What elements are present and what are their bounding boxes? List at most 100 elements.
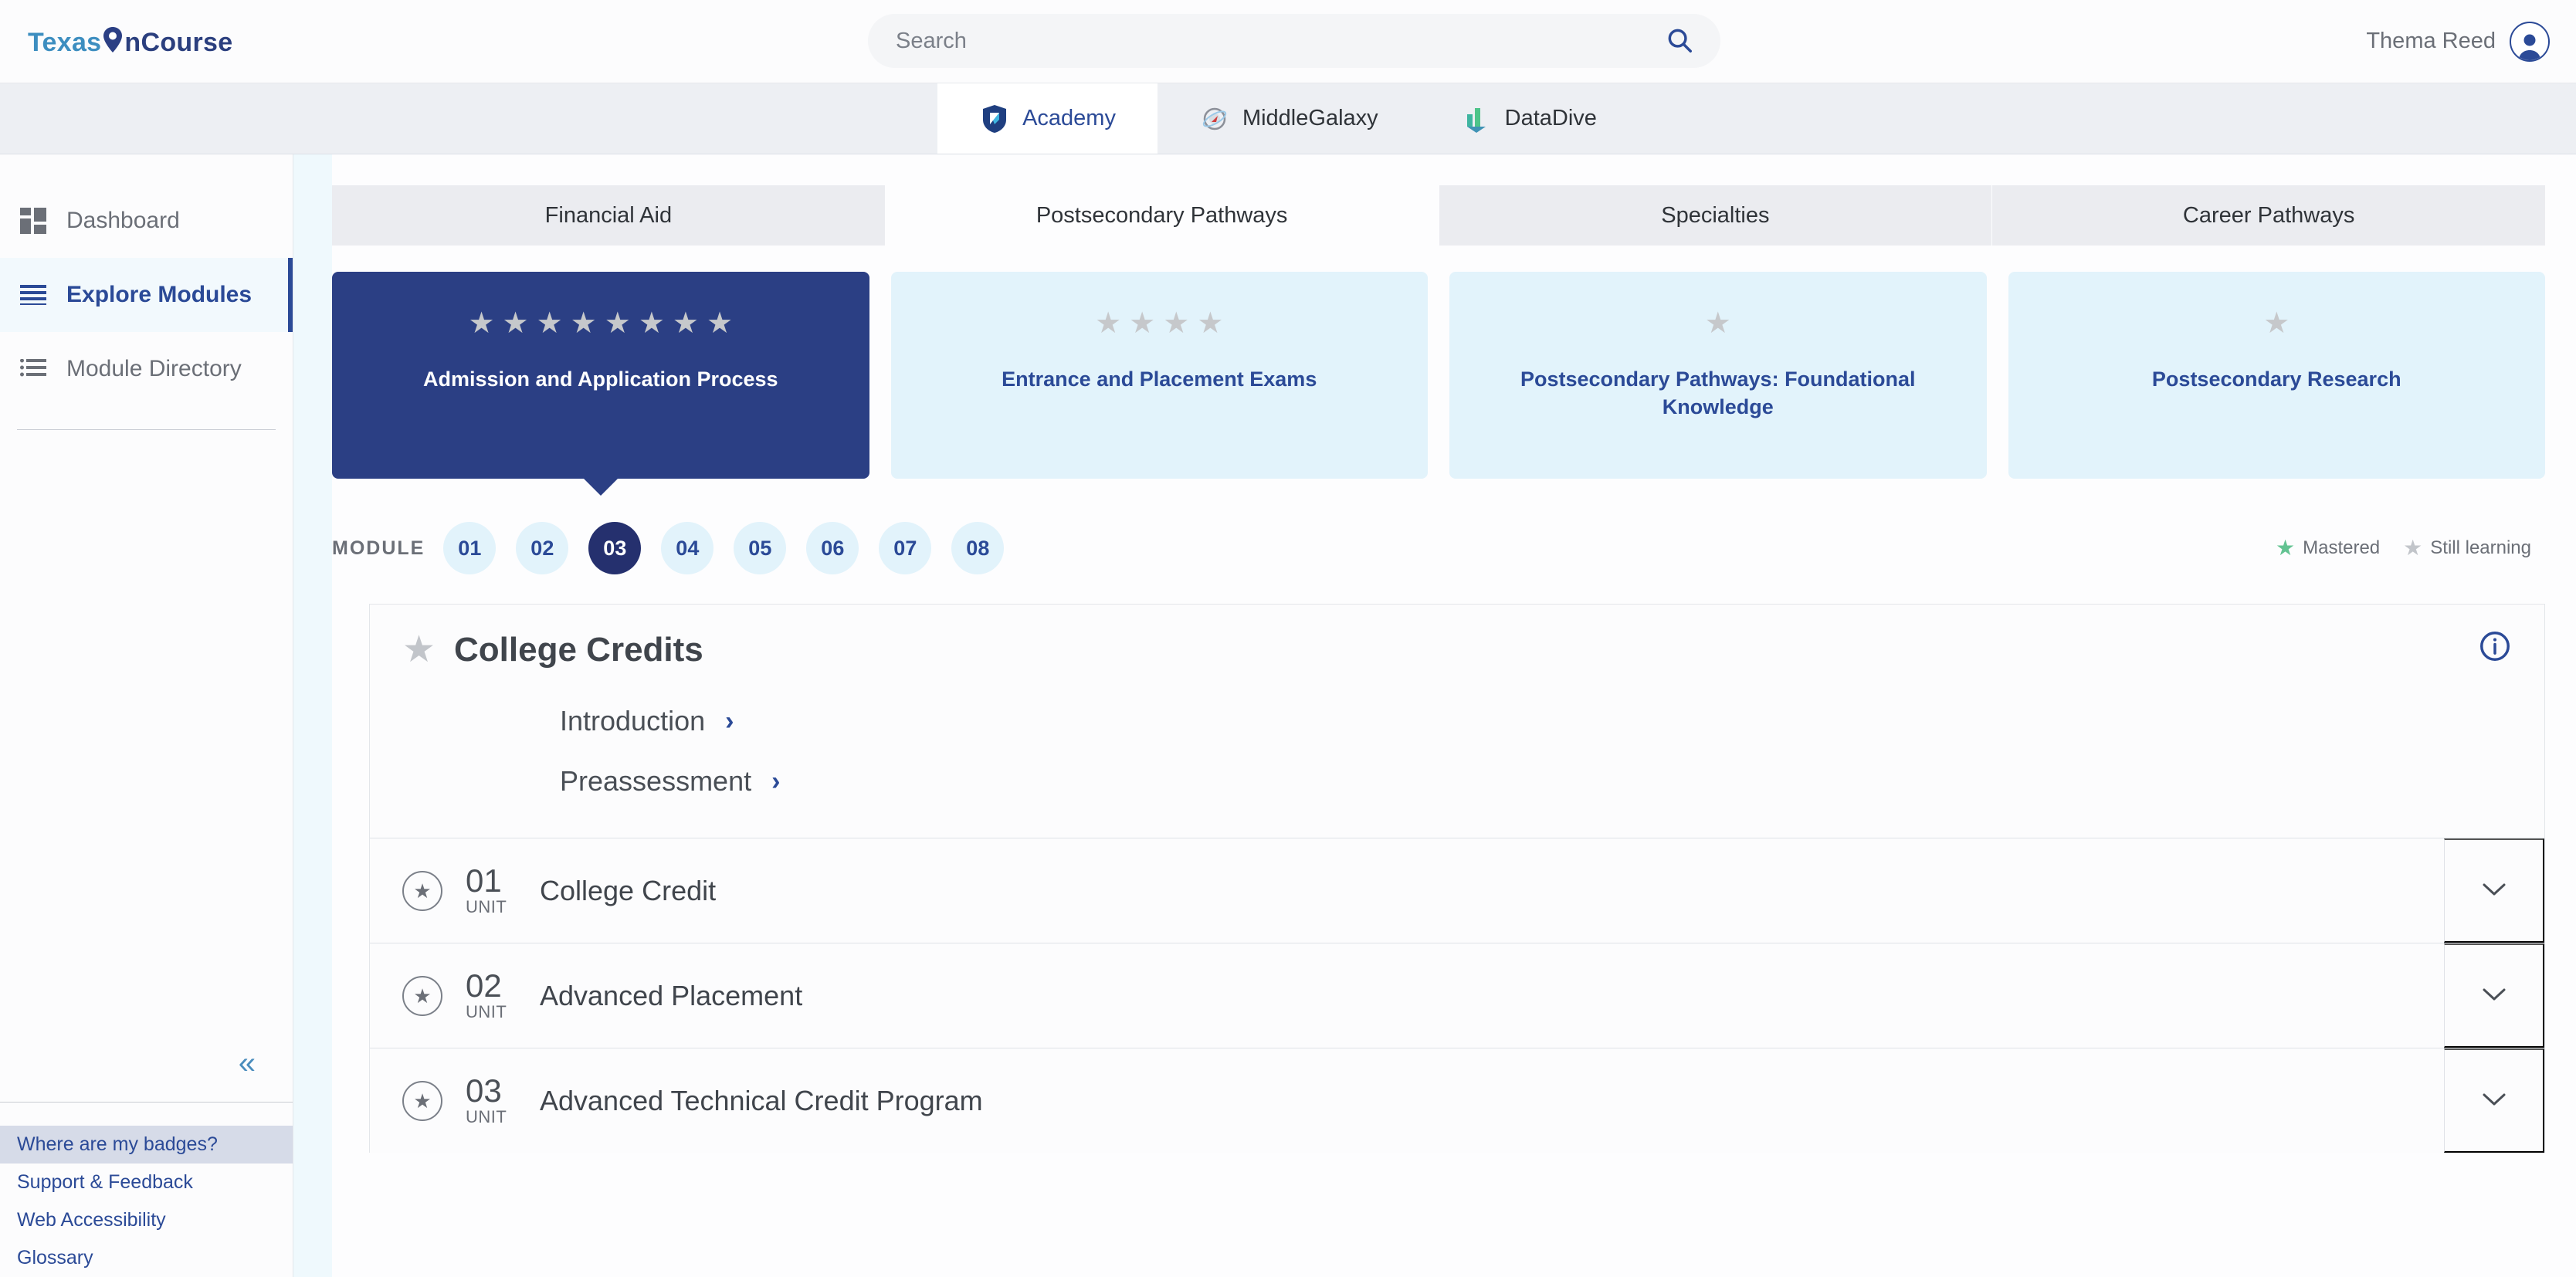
app-switcher-bar: Academy MiddleGalaxy DataDive <box>0 83 2576 154</box>
sidebar-collapse-row: « <box>0 1048 293 1102</box>
unit-number-box: 03 UNIT <box>466 1074 532 1127</box>
module-pill-04[interactable]: 04 <box>661 522 714 574</box>
sublink-introduction-label: Introduction <box>560 705 706 737</box>
module-pill-08[interactable]: 08 <box>951 522 1005 574</box>
search-input[interactable] <box>868 28 1665 54</box>
star-icon: ★ <box>2263 307 2290 340</box>
app-tab-datadive-label: DataDive <box>1504 106 1597 130</box>
user-avatar-icon[interactable] <box>2510 21 2550 62</box>
sidebar-item-explore-modules-label: Explore Modules <box>66 282 253 307</box>
chevron-down-icon <box>2483 882 2506 899</box>
chevron-down-icon <box>2483 1092 2506 1109</box>
unit-row[interactable]: ★ 02 UNIT Advanced Placement <box>370 943 2544 1048</box>
module-pill-01[interactable]: 01 <box>443 522 497 574</box>
search-bar[interactable] <box>868 14 1720 68</box>
star-icon: ★ <box>2276 536 2296 560</box>
module-pill-07[interactable]: 07 <box>879 522 932 574</box>
status-legend: ★ Mastered ★ Still learning <box>2276 537 2545 559</box>
topic-card-title: Postsecondary Research <box>2151 368 2401 391</box>
unit-expand-button[interactable] <box>2444 943 2544 1048</box>
planet-compass-icon <box>1199 103 1230 134</box>
module-panel-header: ★ College Credits <box>370 605 2544 669</box>
star-icon: ★ <box>706 307 734 340</box>
unit-status-star-icon: ★ <box>402 870 442 911</box>
topic-card-postsecondary-research[interactable]: ★ Postsecondary Research <box>2008 272 2545 479</box>
star-icon: ★ <box>1163 307 1190 340</box>
collapse-sidebar-button[interactable]: « <box>239 1048 256 1079</box>
module-info-button[interactable] <box>2478 629 2512 666</box>
legend-item-mastered: ★ Mastered <box>2276 537 2380 559</box>
topic-card-title: Postsecondary Pathways: Foundational Kno… <box>1520 368 1916 418</box>
grid-icon <box>17 205 49 237</box>
app-switcher-tabs: Academy MiddleGalaxy DataDive <box>937 83 1639 154</box>
sidebar-item-dashboard[interactable]: Dashboard <box>0 184 293 258</box>
star-icon: ★ <box>468 307 495 340</box>
star-icon: ★ <box>1197 307 1224 340</box>
search-button[interactable] <box>1665 25 1720 57</box>
module-pill-06[interactable]: 06 <box>806 522 859 574</box>
sidebar: Dashboard Explore Modules Module Directo… <box>0 154 293 1277</box>
app-tab-middlegalaxy[interactable]: MiddleGalaxy <box>1158 83 1420 154</box>
tab-postsecondary-pathways[interactable]: Postsecondary Pathways <box>885 185 1439 246</box>
app-tab-middlegalaxy-label: MiddleGalaxy <box>1242 106 1378 130</box>
star-icon: ★ <box>2403 536 2423 560</box>
star-icon: ★ <box>672 307 699 340</box>
topic-card-admission-and-application-process[interactable]: ★ ★ ★ ★ ★ ★ ★ ★ Admission and Applicatio… <box>332 272 869 479</box>
sidebar-divider <box>17 429 276 430</box>
footer-link-support[interactable]: Support & Feedback <box>0 1164 293 1201</box>
module-pill-02[interactable]: 02 <box>516 522 569 574</box>
chevron-down-icon <box>2483 987 2506 1004</box>
topic-card-stars: ★ ★ ★ ★ <box>1095 309 1223 338</box>
unit-number: 02 <box>466 967 502 1004</box>
sublink-preassessment[interactable]: Preassessment › <box>370 751 2544 811</box>
tab-financial-aid[interactable]: Financial Aid <box>332 185 886 246</box>
sidebar-item-module-directory[interactable]: Module Directory <box>0 332 293 406</box>
topic-card-entrance-and-placement-exams[interactable]: ★ ★ ★ ★ Entrance and Placement Exams <box>890 272 1428 479</box>
sidebar-footer: Where are my badges? Support & Feedback … <box>0 1102 293 1277</box>
unit-row[interactable]: ★ 01 UNIT College Credit <box>370 838 2544 943</box>
user-menu[interactable]: Thema Reed <box>2366 21 2550 62</box>
chevron-right-icon: › <box>725 706 734 736</box>
module-pill-03[interactable]: 03 <box>588 522 642 574</box>
topic-cards: ★ ★ ★ ★ ★ ★ ★ ★ Admission and Applicatio… <box>332 272 2545 479</box>
footer-link-glossary[interactable]: Glossary <box>0 1239 293 1277</box>
unit-expand-button[interactable] <box>2444 1048 2544 1153</box>
tab-career-pathways[interactable]: Career Pathways <box>1992 185 2545 246</box>
sublink-introduction[interactable]: Introduction › <box>370 691 2544 751</box>
sublink-preassessment-label: Preassessment <box>560 765 752 797</box>
sidebar-item-explore-modules[interactable]: Explore Modules <box>0 258 293 332</box>
footer-link-badges[interactable]: Where are my badges? <box>0 1126 293 1164</box>
module-pill-05[interactable]: 05 <box>734 522 787 574</box>
unit-title: College Credit <box>540 874 717 906</box>
topic-card-title: Entrance and Placement Exams <box>1002 368 1317 391</box>
unit-number: 01 <box>466 862 502 899</box>
topic-card-postsecondary-pathways-foundational-knowledge[interactable]: ★ Postsecondary Pathways: Foundational K… <box>1449 272 1987 479</box>
app-tab-academy[interactable]: Academy <box>937 83 1158 154</box>
logo-text-texas: Texas <box>28 28 102 57</box>
info-icon <box>2478 632 2512 666</box>
app-tab-academy-label: Academy <box>1022 106 1116 130</box>
topic-card-stars: ★ <box>1705 309 1731 338</box>
chevron-right-icon: › <box>771 767 781 796</box>
category-tabs: Financial Aid Postsecondary Pathways Spe… <box>332 185 2545 246</box>
unit-number-box: 01 UNIT <box>466 862 532 917</box>
unit-row[interactable]: ★ 03 UNIT Advanced Technical Credit Prog… <box>370 1048 2544 1153</box>
logo-text-n: n <box>124 28 141 57</box>
star-icon: ★ <box>570 307 597 340</box>
shield-icon <box>979 103 1010 134</box>
footer-link-accessibility[interactable]: Web Accessibility <box>0 1201 293 1239</box>
unit-expand-button[interactable] <box>2444 838 2544 943</box>
app-logo[interactable]: Texas n Course <box>28 25 232 58</box>
star-icon: ★ <box>1704 307 1731 340</box>
list-icon <box>17 353 49 385</box>
content-gutter <box>293 154 332 1277</box>
search-icon <box>1665 25 1694 57</box>
star-icon: ★ <box>1095 307 1122 340</box>
app-tab-datadive[interactable]: DataDive <box>1420 83 1639 154</box>
star-icon: ★ <box>1129 307 1156 340</box>
module-panel: ★ College Credits Introduction › Preasse… <box>369 604 2545 1153</box>
unit-word: UNIT <box>466 896 507 916</box>
legend-item-mastered-label: Mastered <box>2303 537 2381 558</box>
unit-word: UNIT <box>466 1106 507 1126</box>
tab-specialties[interactable]: Specialties <box>1439 185 1993 246</box>
